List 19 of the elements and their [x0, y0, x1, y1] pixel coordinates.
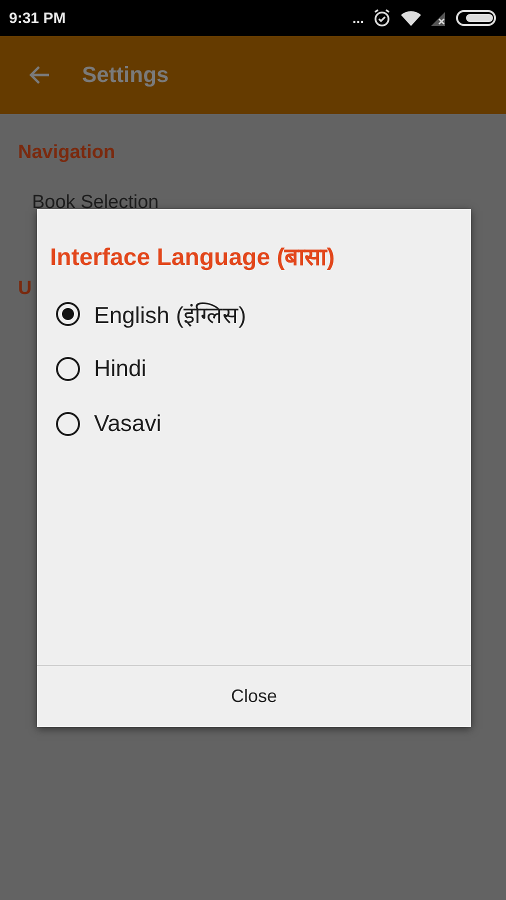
close-button[interactable]: Close [37, 666, 471, 727]
screen-title: Settings [82, 62, 169, 88]
language-option[interactable]: English (इंग्लिस) [37, 286, 471, 341]
section-header: U [18, 278, 32, 300]
radio-button[interactable] [56, 356, 80, 380]
wifi-icon [400, 9, 422, 27]
option-label: Vasavi [94, 410, 162, 437]
dialog-title: Interface Language (बासा) [49, 243, 336, 272]
language-option[interactable]: Vasavi [37, 396, 471, 451]
alarm-icon [372, 8, 392, 28]
status-time: 9:31 PM [9, 10, 66, 26]
radio-button[interactable] [56, 302, 80, 326]
radio-button[interactable] [56, 412, 80, 436]
option-label: Hindi [94, 355, 146, 382]
battery-icon [456, 9, 498, 27]
notification-dots: ... [352, 10, 364, 26]
section-header: Navigation [18, 142, 116, 164]
language-option[interactable]: Hindi [37, 341, 471, 396]
option-label: English (इंग्लिस) [94, 300, 246, 330]
